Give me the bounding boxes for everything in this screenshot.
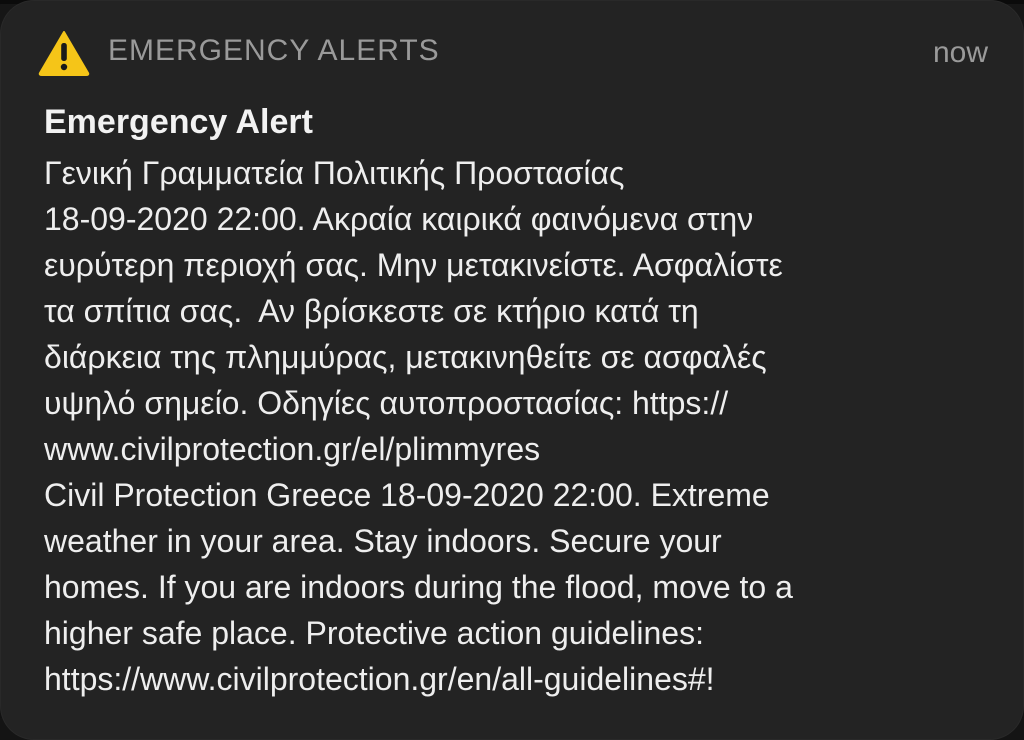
body-line: διάρκεια της πλημμύρας, μετακινηθείτε σε… [44,339,767,375]
warning-triangle-icon [38,31,90,76]
body-line: weather in your area. Stay indoors. Secu… [44,523,722,559]
body-line: homes. If you are indoors during the flo… [44,569,793,605]
body-line: 18-09-2020 22:00. Ακραία καιρικά φαινόμε… [44,201,754,237]
app-name: EMERGENCY ALERTS [108,34,440,67]
body-line: Civil Protection Greece 18-09-2020 22:00… [44,477,770,513]
body-line: Γενική Γραμματεία Πολιτικής Προστασίας [44,155,625,191]
body-line-link: https://www.civilprotection.gr/en/all-gu… [44,661,715,697]
body-line: τα σπίτια σας. Αν βρίσκεστε σε κτήριο κα… [44,293,699,329]
notification-title: Emergency Alert [44,103,313,141]
body-line: ευρύτερη περιοχή σας. Μην μετακινείστε. … [44,247,783,283]
emergency-alert-notification[interactable]: EMERGENCY ALERTS now Emergency Alert Γεν… [0,0,1024,740]
body-line: υψηλό σημείο. Οδηγίες αυτοπροστασίας: ht… [44,385,729,421]
body-line: higher safe place. Protective action gui… [44,615,704,651]
notification-header: EMERGENCY ALERTS now [38,28,988,78]
body-line-link: www.civilprotection.gr/el/plimmyres [44,431,541,467]
notification-body: Γενική Γραμματεία Πολιτικής Προστασίας 1… [44,150,994,702]
notification-time: now [932,36,988,69]
